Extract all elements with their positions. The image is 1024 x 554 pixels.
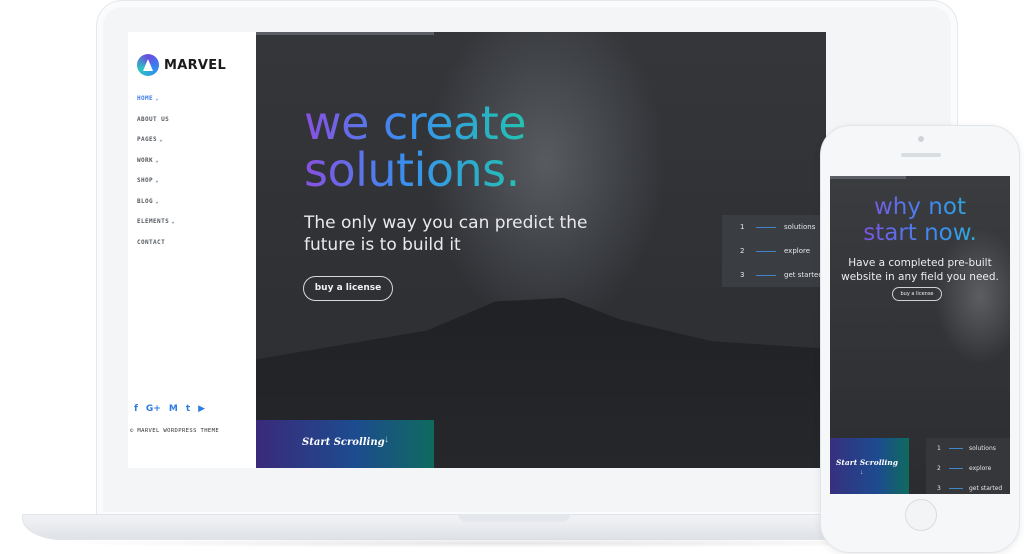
- nav-label: HOME: [137, 95, 154, 102]
- phone-steps-nav: 1 solutions 2 explore 3 get started: [926, 438, 1010, 494]
- phone-camera: [918, 136, 924, 142]
- step-line: [756, 250, 776, 252]
- phone-subline: Have a completed pre-built website in an…: [841, 257, 999, 283]
- google-plus-icon[interactable]: G+: [146, 404, 161, 414]
- brand-logo[interactable]: MARVEL: [137, 54, 226, 76]
- step-number: 1: [740, 223, 745, 231]
- steps-nav: 1 solutions 2 explore 3 get started: [722, 215, 826, 287]
- nav-label: CONTACT: [137, 238, 166, 246]
- nav-label: WORK: [137, 156, 154, 164]
- nav-item-home[interactable]: HOME ⌄: [137, 94, 175, 115]
- step-number: 3: [937, 484, 941, 492]
- step-number: 2: [937, 464, 941, 472]
- step-label: explore: [784, 247, 811, 255]
- facebook-icon[interactable]: f: [134, 404, 138, 414]
- phone-screen: why not start now. Have a completed pre-…: [830, 176, 1010, 494]
- phone-headline: why not start now.: [830, 194, 1010, 246]
- youtube-icon[interactable]: ▶: [198, 404, 205, 414]
- arrow-down-icon: ↓: [384, 434, 389, 445]
- nav-item-about-us[interactable]: ABOUT US: [137, 115, 175, 136]
- phone-step-item-solutions[interactable]: 1 solutions: [926, 438, 1010, 458]
- step-label: explore: [969, 464, 992, 472]
- hero-subline: The only way you can predict the future …: [304, 213, 588, 255]
- headline-line-1: we create: [304, 96, 527, 150]
- chevron-down-icon: ⌄: [155, 197, 160, 205]
- step-line: [949, 487, 963, 489]
- hero-progress-bar: [256, 32, 434, 35]
- step-label: get started: [969, 484, 1003, 492]
- main-nav: HOME ⌄ ABOUT US PAGES ⌄ WORK ⌄ SHOP ⌄ BLOG ⌄ …: [137, 94, 175, 258]
- step-number: 3: [740, 271, 745, 279]
- step-item-get-started[interactable]: 3 get started: [722, 263, 826, 287]
- phone-step-item-get-started[interactable]: 3 get started: [926, 478, 1010, 494]
- hero-headline: we create solutions.: [304, 100, 526, 194]
- nav-item-pages[interactable]: PAGES ⌄: [137, 135, 175, 156]
- laptop-screen: MARVEL HOME ⌄ ABOUT US PAGES ⌄ WORK ⌄ SHOP ⌄…: [128, 32, 826, 468]
- start-scrolling-label: Start Scrolling: [302, 437, 385, 448]
- brand-name: MARVEL: [164, 57, 227, 73]
- nav-item-elements[interactable]: ELEMENTS ⌄: [137, 217, 175, 238]
- nav-label: PAGES: [137, 136, 158, 143]
- nav-label: ABOUT US: [137, 115, 170, 123]
- nav-item-blog[interactable]: BLOG ⌄: [137, 197, 175, 218]
- phone-buy-license-button[interactable]: buy a license: [892, 287, 942, 301]
- step-line: [949, 447, 963, 449]
- laptop-notch: [458, 514, 570, 522]
- step-label: get started: [784, 271, 823, 279]
- phone-progress-bar: [830, 176, 906, 179]
- phone-start-scrolling-panel[interactable]: Start Scrolling ↓: [830, 438, 909, 494]
- buy-license-button[interactable]: buy a license: [303, 276, 393, 301]
- phone-start-scrolling-label: Start Scrolling: [836, 458, 898, 467]
- nav-label: ELEMENTS: [137, 218, 170, 225]
- step-line: [756, 274, 776, 276]
- step-number: 1: [937, 444, 941, 452]
- chevron-down-icon: ⌄: [155, 156, 160, 164]
- step-label: solutions: [784, 223, 816, 231]
- chevron-down-icon: ⌄: [171, 218, 176, 225]
- nav-label: SHOP: [137, 177, 154, 184]
- chevron-down-icon: ⌄: [155, 177, 160, 184]
- social-links: f G+ M t ▶: [134, 404, 205, 414]
- step-item-explore[interactable]: 2 explore: [722, 239, 826, 263]
- nav-item-work[interactable]: WORK ⌄: [137, 156, 175, 177]
- copyright-text: © MARVEL WORDPRESS THEME: [130, 428, 220, 434]
- step-line: [756, 226, 776, 228]
- chevron-down-icon: ⌄: [159, 136, 164, 143]
- hero-section: we create solutions. The only way you ca…: [256, 32, 826, 468]
- headline-line-2: solutions.: [304, 143, 520, 197]
- marvel-logo-icon: [137, 54, 159, 76]
- phone-headline-line-2: start now.: [863, 220, 977, 246]
- step-item-solutions[interactable]: 1 solutions: [722, 215, 826, 239]
- nav-item-shop[interactable]: SHOP ⌄: [137, 176, 175, 197]
- chevron-down-icon: ⌄: [155, 95, 160, 102]
- sidebar: MARVEL HOME ⌄ ABOUT US PAGES ⌄ WORK ⌄ SHOP ⌄…: [128, 32, 256, 468]
- medium-icon[interactable]: M: [169, 404, 178, 414]
- start-scrolling-panel[interactable]: Start Scrolling ↓: [256, 420, 434, 468]
- arrow-down-icon: ↓: [860, 469, 864, 476]
- phone-speaker: [901, 153, 941, 157]
- nav-label: BLOG: [137, 197, 154, 205]
- phone-step-item-explore[interactable]: 2 explore: [926, 458, 1010, 478]
- step-label: solutions: [969, 444, 996, 452]
- twitter-icon[interactable]: t: [186, 404, 190, 414]
- step-line: [949, 467, 963, 469]
- step-number: 2: [740, 247, 745, 255]
- nav-item-contact[interactable]: CONTACT: [137, 238, 175, 259]
- phone-home-button[interactable]: [905, 499, 937, 531]
- phone-headline-line-1: why not: [874, 194, 966, 220]
